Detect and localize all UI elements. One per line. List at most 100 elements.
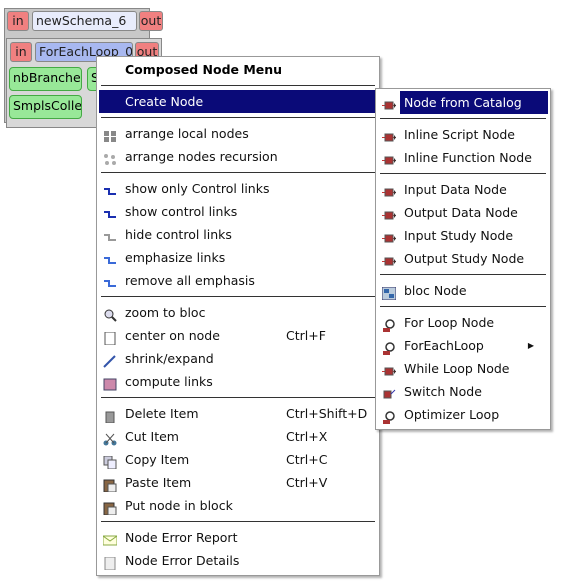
menu-item-label: Output Data Node: [404, 205, 518, 220]
menu-item-copy-item[interactable]: Copy Item Ctrl+C: [99, 448, 377, 471]
menu-separator: [99, 81, 377, 90]
menu-item-foreachloop[interactable]: ForEachLoop ▶: [378, 334, 548, 357]
menu-item-label: Cut Item: [125, 429, 179, 444]
node-icon: [382, 362, 396, 376]
menu-item-inline-script-node[interactable]: Inline Script Node: [378, 123, 548, 146]
menu-item-put-node-in-block[interactable]: Put node in block: [99, 494, 377, 517]
node-icon: [382, 183, 396, 197]
node-icon: [382, 128, 396, 142]
menu-item-bloc-node[interactable]: bloc Node: [378, 279, 548, 302]
menu-item-input-study-node[interactable]: Input Study Node: [378, 224, 548, 247]
menu-separator: [378, 302, 548, 311]
menu-item-label: For Loop Node: [404, 315, 495, 330]
page-icon: [103, 329, 117, 346]
menu-item-label: Node from Catalog: [404, 95, 522, 110]
menu-item-label: Input Data Node: [404, 182, 507, 197]
menu-item-cut-item[interactable]: Cut Item Ctrl+X: [99, 425, 377, 448]
menu-separator: [99, 168, 377, 177]
create-node-icon: [103, 95, 117, 108]
menu-item-remove-all-emphasis[interactable]: remove all emphasis: [99, 269, 377, 292]
node-icon: [382, 252, 396, 266]
emphasize-link-icon: [103, 251, 117, 264]
menu-item-for-loop-node[interactable]: For Loop Node: [378, 311, 548, 334]
control-link-icon: [103, 182, 117, 195]
copy-icon: [103, 453, 117, 470]
menu-item-create-node[interactable]: Create Node: [99, 90, 377, 113]
menu-item-label: compute links: [125, 374, 213, 389]
menu-item-label: bloc Node: [404, 283, 467, 298]
arrange-local-icon: [103, 127, 117, 142]
menu-item-hide-control-links[interactable]: hide control links: [99, 223, 377, 246]
loop-icon: [382, 316, 396, 332]
menu-item-node-from-catalog[interactable]: Node from Catalog: [382, 91, 548, 114]
menu-item-zoom-to-bloc[interactable]: zoom to bloc: [99, 301, 377, 324]
schema-out-port[interactable]: out: [139, 11, 163, 31]
menu-item-paste-item[interactable]: Paste Item Ctrl+V: [99, 471, 377, 494]
menu-separator: [378, 169, 548, 178]
menu-item-shortcut: Ctrl+C: [286, 452, 328, 467]
menu-item-label: zoom to bloc: [125, 305, 206, 320]
node-icon: [382, 151, 396, 165]
menu-item-label: Input Study Node: [404, 228, 514, 243]
composed-node-menu: Composed Node Menu Create Node arrange lo…: [96, 56, 380, 576]
menu-item-switch-node[interactable]: Switch Node: [378, 380, 548, 403]
loop-icon: [382, 339, 396, 355]
menu-item-shortcut: Ctrl+Shift+D: [286, 406, 368, 421]
menu-item-arrange-nodes-recursion[interactable]: arrange nodes recursion: [99, 145, 377, 168]
menu-item-show-control-links[interactable]: show control links: [99, 200, 377, 223]
menu-item-shortcut: Ctrl+X: [286, 429, 328, 444]
control-link-grey-icon: [103, 228, 117, 241]
menu-item-label: show control links: [125, 204, 238, 219]
menu-item-compute-links[interactable]: compute links: [99, 370, 377, 393]
node-smplscollector[interactable]: SmplsCollector: [9, 95, 82, 119]
loop-icon: [382, 408, 396, 424]
shrink-expand-icon: [103, 352, 117, 368]
menu-item-while-loop-node[interactable]: While Loop Node: [378, 357, 548, 380]
menu-item-inline-function-node[interactable]: Inline Function Node: [378, 146, 548, 169]
menu-item-center-on-node[interactable]: center on node Ctrl+F: [99, 324, 377, 347]
menu-item-label: shrink/expand: [125, 351, 214, 366]
switch-icon: [382, 385, 396, 399]
menu-separator: [99, 113, 377, 122]
schema-in-port[interactable]: in: [7, 11, 29, 31]
menu-item-label: emphasize links: [125, 250, 226, 265]
create-node-submenu: Node from Catalog Inline Script Node Inlin…: [375, 88, 551, 430]
menu-item-label: Node Error Details: [125, 553, 240, 568]
bloc-icon: [381, 284, 397, 301]
control-link-icon: [103, 205, 117, 218]
menu-item-label: Delete Item: [125, 406, 199, 421]
menu-item-label: Copy Item: [125, 452, 190, 467]
envelope-icon: [102, 531, 118, 546]
menu-separator: [99, 517, 377, 526]
node-icon: [382, 206, 396, 220]
menu-item-emphasize-links[interactable]: emphasize links: [99, 246, 377, 269]
menu-item-label: arrange local nodes: [125, 126, 249, 141]
node-icon: [382, 96, 396, 110]
foreach-in-port[interactable]: in: [10, 42, 32, 62]
menu-item-label: arrange nodes recursion: [125, 149, 278, 164]
menu-item-input-data-node[interactable]: Input Data Node: [378, 178, 548, 201]
menu-item-label: Paste Item: [125, 475, 192, 490]
menu-title: Composed Node Menu: [125, 62, 283, 77]
menu-item-optimizer-loop[interactable]: Optimizer Loop: [378, 403, 548, 426]
menu-item-shrink-expand[interactable]: shrink/expand: [99, 347, 377, 370]
node-nbbranches[interactable]: nbBranches: [9, 67, 82, 91]
arrange-recursion-icon: [103, 150, 117, 165]
menu-item-output-study-node[interactable]: Output Study Node: [378, 247, 548, 270]
menu-item-label: Inline Script Node: [404, 127, 515, 142]
menu-item-show-only-control-links[interactable]: show only Control links: [99, 177, 377, 200]
menu-item-node-error-report[interactable]: Node Error Report: [99, 526, 377, 549]
paste-icon: [103, 476, 117, 493]
menu-item-arrange-local-nodes[interactable]: arrange local nodes: [99, 122, 377, 145]
schema-title[interactable]: newSchema_6: [32, 11, 137, 31]
paste-icon: [103, 499, 117, 516]
document-icon: [103, 554, 117, 571]
menu-separator: [99, 393, 377, 402]
emphasize-link-icon: [103, 274, 117, 287]
menu-item-output-data-node[interactable]: Output Data Node: [378, 201, 548, 224]
menu-item-delete-item[interactable]: Delete Item Ctrl+Shift+D: [99, 402, 377, 425]
menu-item-label: While Loop Node: [404, 361, 510, 376]
menu-item-label: Output Study Node: [404, 251, 525, 266]
submenu-arrow-icon: ▶: [527, 341, 534, 350]
menu-item-node-error-details[interactable]: Node Error Details: [99, 549, 377, 572]
